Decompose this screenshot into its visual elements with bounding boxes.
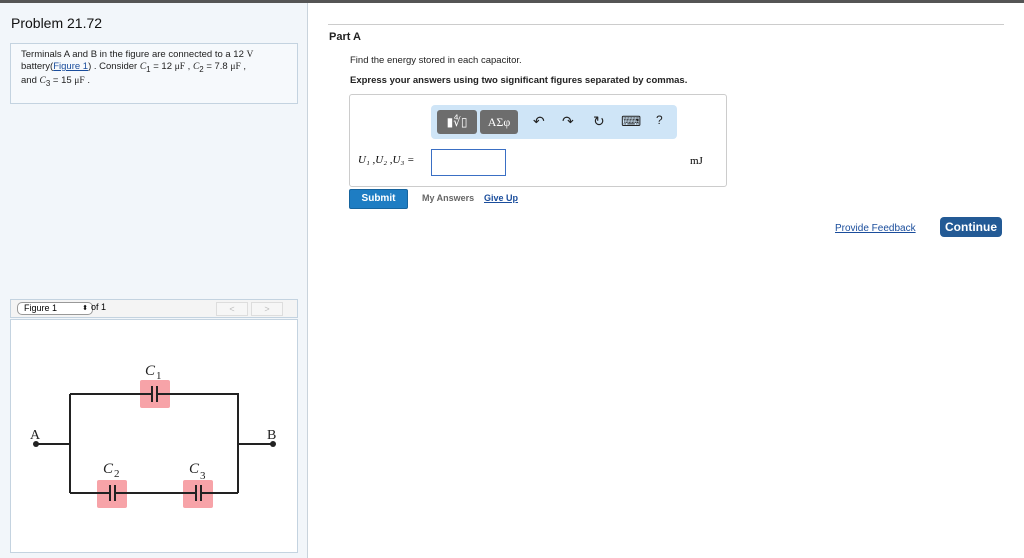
figure-link[interactable]: Figure 1	[53, 61, 88, 72]
reset-icon[interactable]: ↻	[593, 113, 605, 130]
answer-label: U₁ ,U₂ ,U₃ =	[358, 154, 415, 166]
svg-text:C: C	[103, 461, 114, 477]
give-up-link[interactable]: Give Up	[484, 193, 518, 203]
provide-feedback-link[interactable]: Provide Feedback	[835, 223, 916, 234]
svg-text:3: 3	[200, 470, 206, 482]
templates-button[interactable]: ▮∜▯	[437, 110, 477, 134]
part-title: Part A	[329, 31, 361, 43]
help-icon[interactable]: ?	[656, 113, 663, 127]
continue-button[interactable]: Continue	[940, 217, 1002, 237]
figure-header: Figure 1 ⬍ of 1 < >	[10, 299, 298, 318]
svg-text:C: C	[145, 363, 156, 379]
answer-input[interactable]	[431, 149, 506, 176]
answer-box: ▮∜▯ ΑΣφ ↶ ↷ ↻ ⌨ ? U₁ ,U₂ ,U₃ = mJ	[349, 94, 727, 187]
unit-label: mJ	[690, 155, 703, 167]
problem-title: Problem 21.72	[11, 15, 103, 31]
figure-select[interactable]: Figure 1 ⬍	[17, 302, 93, 315]
circuit-diagram: A B C 1 C 2 C 3	[30, 363, 276, 508]
my-answers-label: My Answers	[422, 193, 475, 203]
symbols-button[interactable]: ΑΣφ	[480, 110, 518, 134]
svg-text:A: A	[30, 428, 41, 443]
question-text: Find the energy stored in each capacitor…	[350, 55, 522, 66]
math-toolbar: ▮∜▯ ΑΣφ ↶ ↷ ↻ ⌨ ?	[431, 105, 677, 139]
figure-count: of 1	[91, 302, 107, 312]
figure-image: A B C 1 C 2 C 3	[10, 319, 298, 553]
select-arrows-icon: ⬍	[82, 305, 88, 312]
next-figure-button[interactable]: >	[251, 302, 283, 316]
problem-panel: Problem 21.72 Terminals A and B in the f…	[0, 3, 308, 558]
prev-figure-button[interactable]: <	[216, 302, 248, 316]
problem-statement: Terminals A and B in the figure are conn…	[10, 43, 298, 104]
undo-icon[interactable]: ↶	[533, 113, 545, 130]
submit-button[interactable]: Submit	[349, 189, 408, 209]
instructions: Express your answers using two significa…	[350, 75, 688, 86]
keyboard-icon[interactable]: ⌨	[621, 113, 641, 130]
divider	[328, 24, 1004, 25]
svg-text:1: 1	[156, 370, 162, 382]
svg-text:2: 2	[114, 468, 120, 480]
svg-text:B: B	[267, 428, 276, 443]
svg-text:C: C	[189, 461, 200, 477]
redo-icon[interactable]: ↷	[562, 113, 574, 130]
